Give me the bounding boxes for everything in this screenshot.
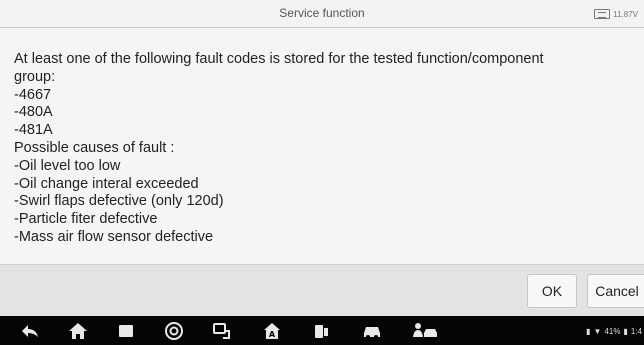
message-line: -Particle fiter defective <box>14 211 158 228</box>
car-icon[interactable] <box>362 321 382 341</box>
page-title: Service function <box>279 6 365 20</box>
car-battery-icon <box>594 9 611 19</box>
message-icon: ▮ <box>586 326 591 336</box>
cancel-button[interactable]: Cancel <box>587 274 644 308</box>
battery-icon: ▮ <box>623 326 628 336</box>
browser-icon[interactable] <box>164 321 184 341</box>
fault-message: At least one of the following fault code… <box>0 28 644 264</box>
status-area: ▮ ▼ 41% ▮ 1:4 <box>586 325 642 337</box>
back-icon[interactable] <box>20 321 40 341</box>
battery-percent: 41% <box>604 326 621 336</box>
message-line: Possible causes of fault : <box>14 139 175 156</box>
wifi-icon: ▼ <box>593 326 602 336</box>
car-tool-icon[interactable] <box>312 321 332 341</box>
recent-apps-icon[interactable] <box>116 321 136 341</box>
technician-car-icon[interactable] <box>412 321 438 341</box>
clock: 1:4 <box>630 326 642 336</box>
message-line: -480A <box>14 104 53 121</box>
voltage-indicator: 11.87V <box>594 8 638 20</box>
autel-home-icon[interactable]: A <box>262 321 282 341</box>
message-line: -481A <box>14 122 53 139</box>
title-bar: Service function 11.87V <box>0 0 644 28</box>
message-line: -4667 <box>14 86 52 103</box>
android-nav-bar: A ▮ ▼ 41% ▮ 1:4 <box>0 316 644 345</box>
svg-text:A: A <box>269 330 276 339</box>
home-icon[interactable] <box>68 321 88 341</box>
message-line: -Oil level too low <box>14 157 121 174</box>
ok-button[interactable]: OK <box>527 274 577 308</box>
app-screen: Service function 11.87V At least one of … <box>0 0 644 345</box>
voltage-value: 11.87V <box>613 9 638 19</box>
message-line: -Swirl flaps defective (only 120d) <box>14 193 224 210</box>
message-line: At least one of the following fault code… <box>14 51 544 67</box>
message-line: -Mass air flow sensor defective <box>14 228 214 245</box>
button-bar: OK Cancel <box>0 264 644 316</box>
vci-connect-icon[interactable] <box>212 321 232 341</box>
message-line: -Oil change interal exceeded <box>14 175 199 192</box>
message-line: group: <box>14 68 56 85</box>
